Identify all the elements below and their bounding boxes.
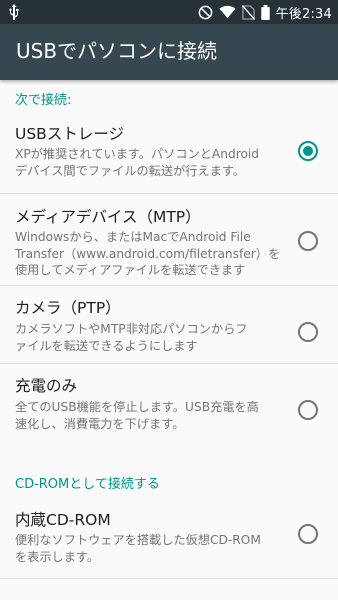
option-description: 全てのUSB機能を停止します。USB充電を高 速化し、消費電力を下げます。	[15, 400, 259, 431]
option-title: 内蔵CD-ROM	[15, 511, 111, 529]
page-title: USBでパソコンに接続	[16, 39, 218, 63]
option-title: メディアデバイス（MTP）	[15, 208, 201, 226]
usb-icon	[9, 4, 19, 20]
battery-icon	[260, 4, 270, 20]
status-time: 午後2:34	[275, 6, 332, 22]
option-description: カメラソフトやMTP非対応パソコンからフ ァイルを転送できるようにします	[15, 322, 248, 353]
radio-button-charge-only[interactable]	[298, 400, 318, 420]
option-title: カメラ（PTP）	[15, 299, 121, 317]
option-camera-ptp[interactable]: カメラ（PTP） カメラソフトやMTP非対応パソコンからフ ァイルを転送できるよ…	[0, 286, 338, 363]
section-header-cd-rom: CD-ROMとして接続する	[15, 477, 160, 492]
option-charge-only[interactable]: 充電のみ 全てのUSB機能を停止します。USB充電を高 速化し、消費電力を下げま…	[0, 364, 338, 452]
radio-button-usb-storage[interactable]	[298, 141, 318, 161]
status-bar: 午後2:34	[0, 0, 338, 24]
status-icons: 午後2:34	[198, 0, 332, 24]
option-description: 便利なソフトウェアを搭載した仮想CD-ROM を表示します。	[15, 533, 261, 564]
section-header-connect: 次で接続:	[15, 93, 72, 108]
option-title: 充電のみ	[15, 377, 78, 395]
radio-button-ptp[interactable]	[298, 322, 318, 342]
option-media-device-mtp[interactable]: メディアデバイス（MTP） Windowsから、またはMacでAndroid F…	[0, 194, 338, 285]
option-usb-storage[interactable]: USBストレージ XPが推奨されています。パソコンとAndroid デバイス間で…	[0, 118, 338, 193]
option-description: XPが推奨されています。パソコンとAndroid デバイス間でファイルの転送が行…	[15, 147, 260, 178]
do-not-disturb-icon	[198, 5, 212, 19]
option-internal-cd-rom[interactable]: 内蔵CD-ROM 便利なソフトウェアを搭載した仮想CD-ROM を表示します。	[0, 502, 338, 578]
option-title: USBストレージ	[15, 125, 125, 143]
option-description: Windowsから、またはMacでAndroid File Transfer（w…	[15, 230, 281, 277]
settings-list: 次で接続: USBストレージ XPが推奨されています。パソコンとAndroid …	[0, 80, 338, 600]
no-sim-icon	[241, 4, 255, 20]
divider	[0, 578, 338, 579]
wifi-icon	[219, 5, 236, 19]
radio-button-cd-rom[interactable]	[298, 524, 318, 544]
radio-button-mtp[interactable]	[298, 231, 318, 251]
app-bar: USBでパソコンに接続	[0, 24, 338, 80]
